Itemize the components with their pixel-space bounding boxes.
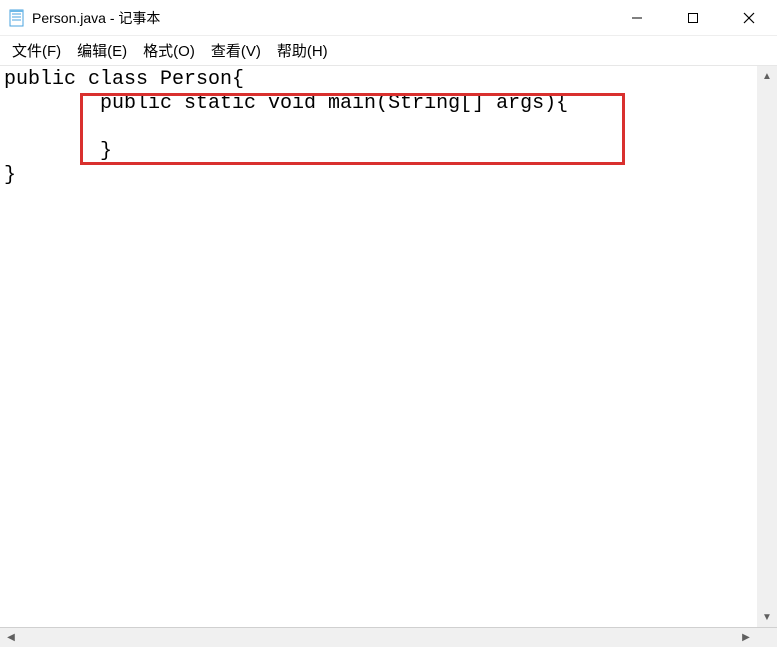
- statusbar: ◀ ▶: [0, 627, 777, 647]
- horizontal-scrollbar[interactable]: ◀ ▶: [0, 628, 757, 648]
- text-editor[interactable]: public class Person{ public static void …: [0, 66, 777, 627]
- menu-view[interactable]: 查看(V): [203, 36, 269, 65]
- menu-help[interactable]: 帮助(H): [269, 36, 336, 65]
- scroll-up-icon[interactable]: ▲: [757, 66, 777, 86]
- menu-format[interactable]: 格式(O): [135, 36, 203, 65]
- menubar: 文件(F) 编辑(E) 格式(O) 查看(V) 帮助(H): [0, 36, 777, 66]
- maximize-button[interactable]: [665, 0, 721, 36]
- editor-area: public class Person{ public static void …: [0, 66, 777, 627]
- scroll-left-icon[interactable]: ◀: [2, 630, 20, 646]
- scroll-down-icon[interactable]: ▼: [757, 607, 777, 627]
- minimize-button[interactable]: [609, 0, 665, 36]
- resize-grip-icon: [757, 628, 777, 648]
- vscroll-track[interactable]: [757, 86, 777, 607]
- window-controls: [609, 0, 777, 35]
- window-title: Person.java - 记事本: [32, 8, 609, 28]
- titlebar: Person.java - 记事本: [0, 0, 777, 36]
- vertical-scrollbar[interactable]: ▲ ▼: [757, 66, 777, 627]
- scroll-right-icon[interactable]: ▶: [737, 630, 755, 646]
- menu-edit[interactable]: 编辑(E): [69, 36, 135, 65]
- menu-file[interactable]: 文件(F): [4, 36, 69, 65]
- close-button[interactable]: [721, 0, 777, 36]
- notepad-icon: [8, 9, 26, 27]
